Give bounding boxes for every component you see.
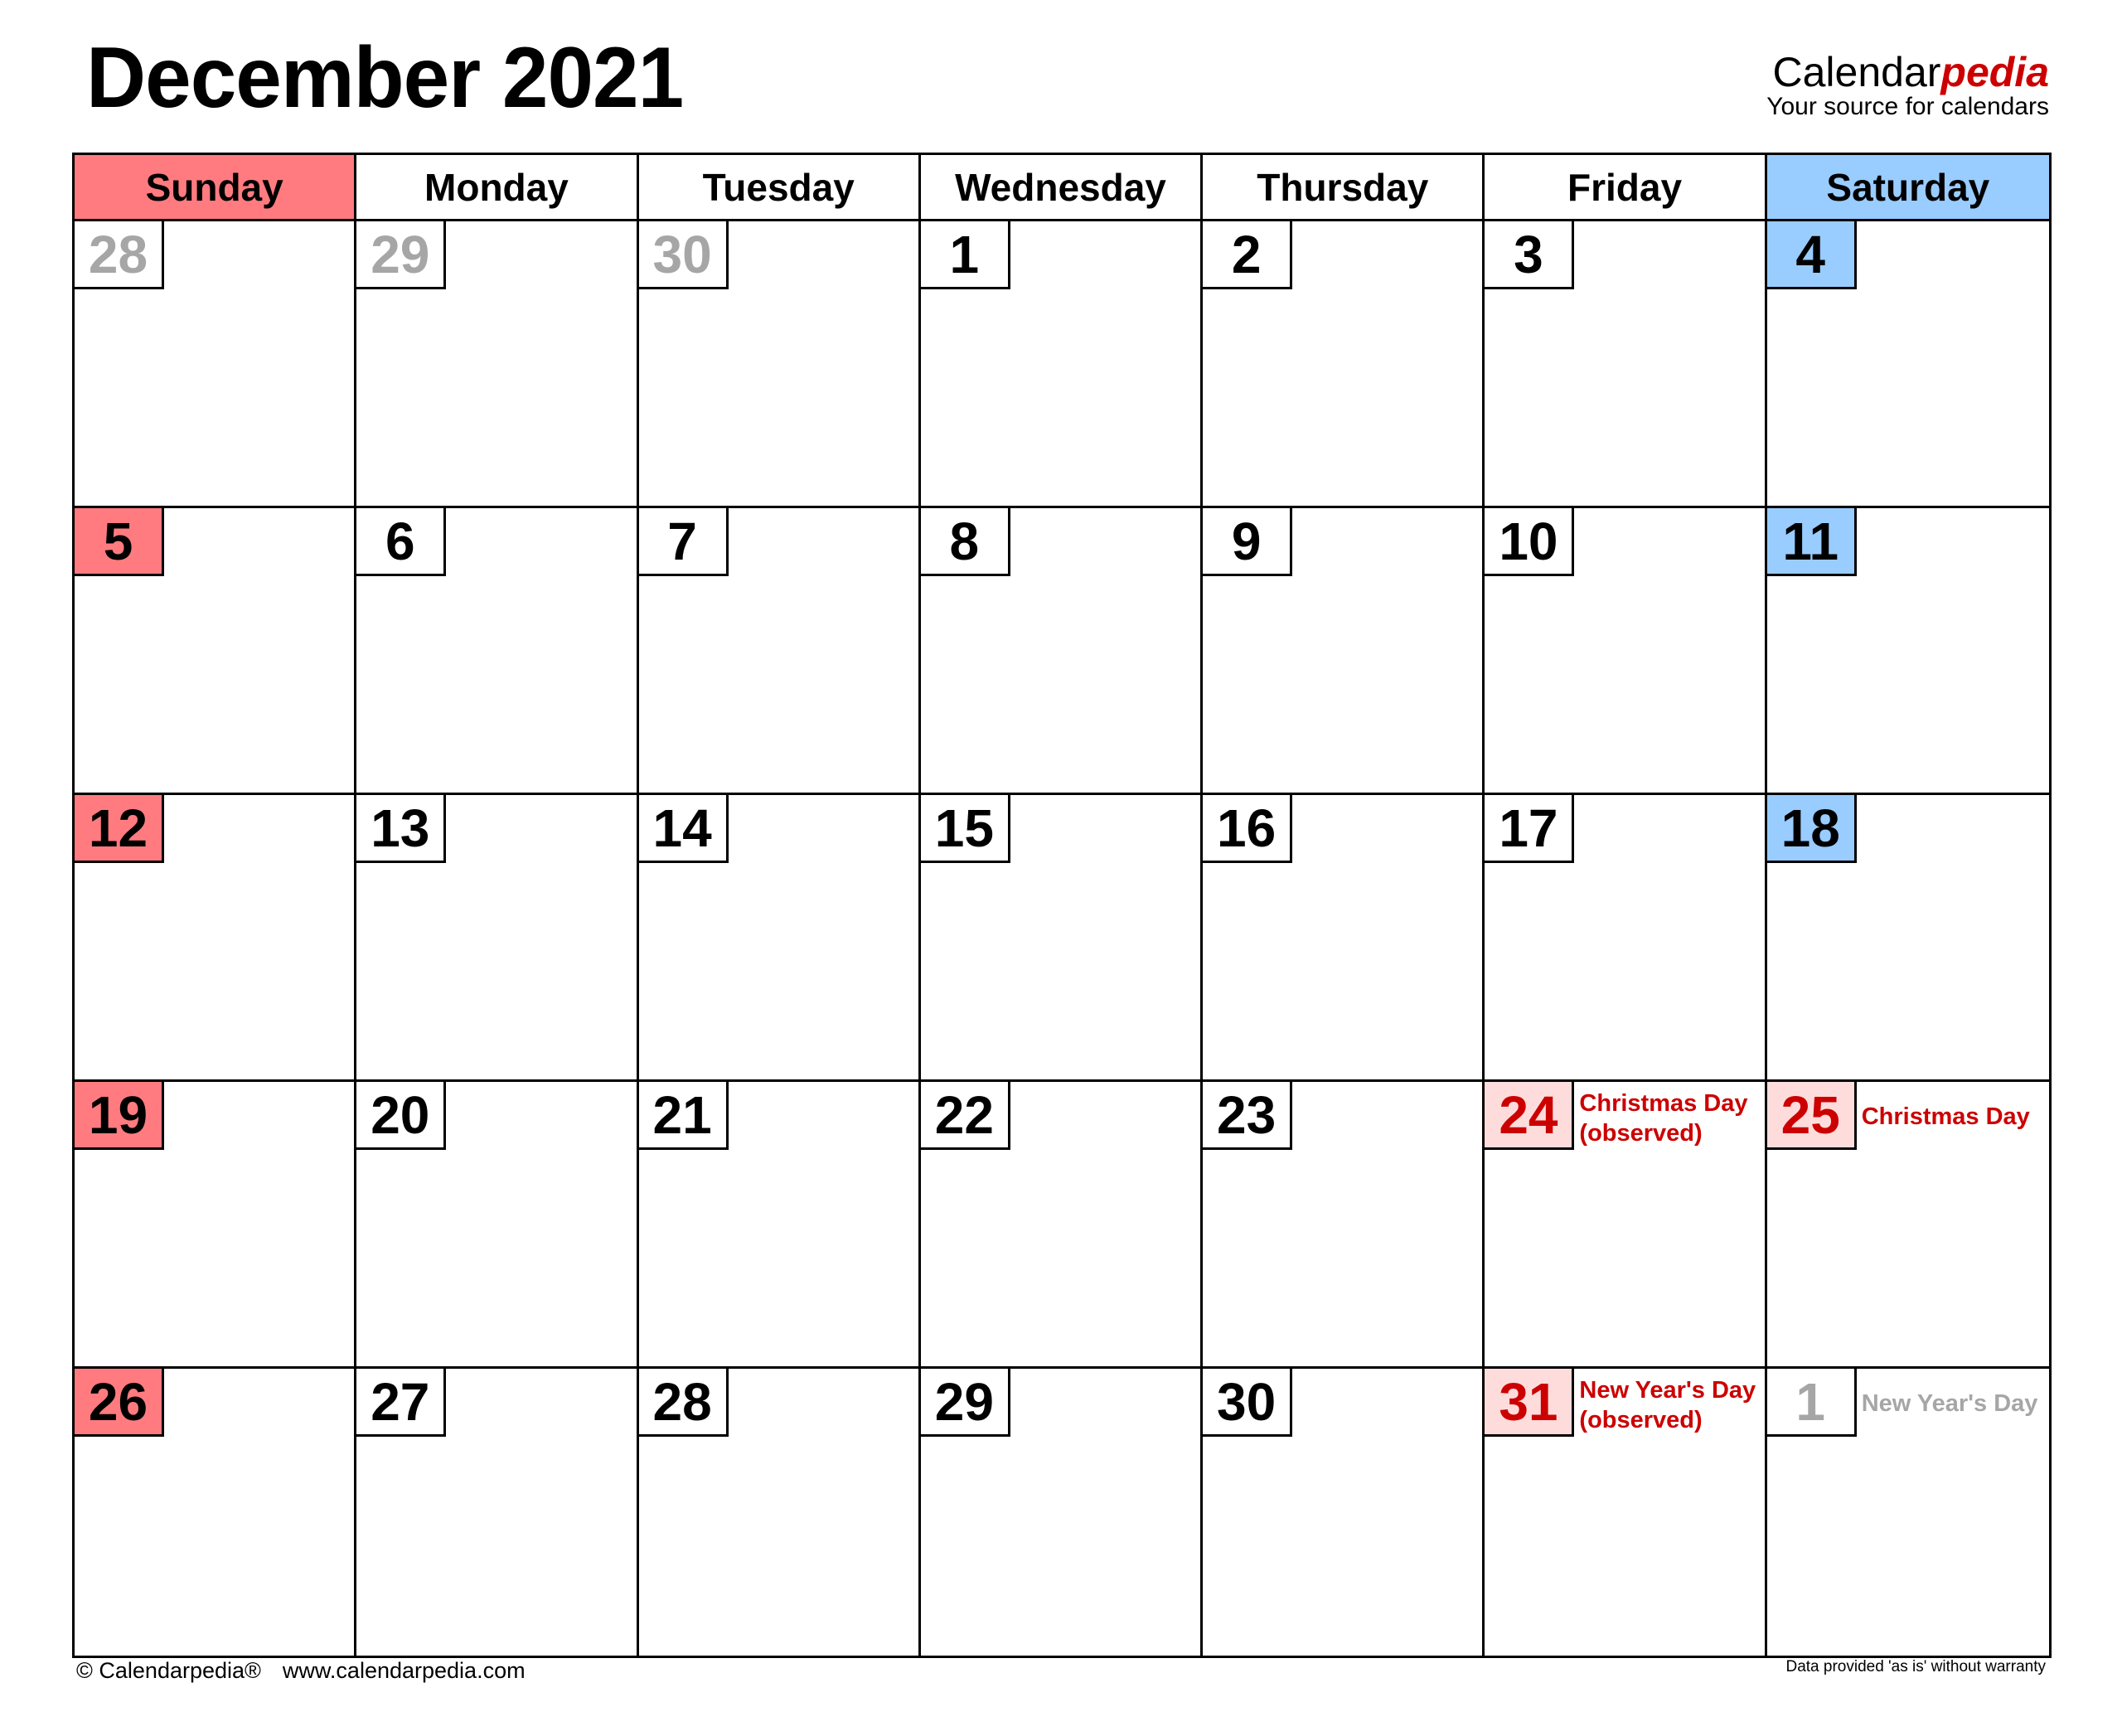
brand-logo[interactable]: Calendarpedia Your source for calendars xyxy=(1766,51,2049,119)
holiday-label-line: Christmas Day xyxy=(1579,1090,1748,1117)
day-number: 16 xyxy=(1203,795,1293,863)
day-cell[interactable]: 3 xyxy=(1485,221,1767,508)
day-number: 11 xyxy=(1766,508,1857,576)
weekday-header-friday: Friday xyxy=(1485,155,1767,221)
day-number: 19 xyxy=(75,1082,164,1150)
page-title: December 2021 xyxy=(86,30,684,126)
brand-tagline: Your source for calendars xyxy=(1766,93,2049,120)
holiday-label-line: (observed) xyxy=(1579,1407,1703,1433)
day-cell[interactable]: 28 xyxy=(75,221,357,508)
day-number: 29 xyxy=(920,1369,1010,1437)
website-link[interactable]: www.calendarpedia.com xyxy=(283,1658,526,1683)
day-number: 15 xyxy=(920,795,1010,863)
holiday-label-line: New Year's Day xyxy=(1861,1390,2038,1417)
weekday-header-thursday: Thursday xyxy=(1203,155,1485,221)
day-cell[interactable]: 11 xyxy=(1766,508,2049,795)
day-number: 18 xyxy=(1766,795,1857,863)
day-number: 9 xyxy=(1203,508,1293,576)
day-cell[interactable]: 27 xyxy=(356,1369,639,1656)
day-number: 30 xyxy=(1203,1369,1293,1437)
day-number: 1 xyxy=(920,221,1010,289)
day-cell[interactable]: 14 xyxy=(638,795,921,1082)
holiday-label: Christmas Day xyxy=(1862,1102,2030,1132)
day-number: 17 xyxy=(1485,795,1575,863)
day-cell[interactable]: 25 Christmas Day xyxy=(1766,1082,2049,1369)
day-number: 23 xyxy=(1203,1082,1293,1150)
brand-name-accent: pedia xyxy=(1940,49,2049,95)
day-cell[interactable]: 29 xyxy=(920,1369,1204,1656)
day-cell[interactable]: 2 xyxy=(1203,221,1485,508)
day-number: 3 xyxy=(1485,221,1575,289)
day-number: 5 xyxy=(75,508,164,576)
day-cell[interactable]: 10 xyxy=(1485,508,1767,795)
day-number: 8 xyxy=(920,508,1010,576)
day-number: 12 xyxy=(75,795,164,863)
day-cell[interactable]: 18 xyxy=(1766,795,2049,1082)
footer-left: © Calendarpedia® www.calendarpedia.com xyxy=(76,1658,526,1684)
day-number: 2 xyxy=(1203,221,1293,289)
day-cell[interactable]: 29 xyxy=(356,221,639,508)
day-cell[interactable]: 22 xyxy=(920,1082,1204,1369)
weekday-header-tuesday: Tuesday xyxy=(638,155,921,221)
weekday-header-sunday: Sunday xyxy=(75,155,357,221)
day-cell[interactable]: 20 xyxy=(356,1082,639,1369)
day-cell[interactable]: 17 xyxy=(1485,795,1767,1082)
day-cell[interactable]: 15 xyxy=(920,795,1204,1082)
day-cell[interactable]: 19 xyxy=(75,1082,357,1369)
day-cell[interactable]: 1 xyxy=(920,221,1204,508)
holiday-label: New Year's Day xyxy=(1862,1389,2038,1418)
day-number: 28 xyxy=(638,1369,729,1437)
day-number: 4 xyxy=(1766,221,1857,289)
brand-name: Calendarpedia xyxy=(1766,49,2050,95)
day-number: 13 xyxy=(356,795,447,863)
day-cell[interactable]: 30 xyxy=(1203,1369,1485,1656)
day-number: 10 xyxy=(1485,508,1575,576)
day-number: 7 xyxy=(638,508,729,576)
day-cell[interactable]: 24 Christmas Day (observed) xyxy=(1485,1082,1767,1369)
disclaimer-text: Data provided 'as is' without warranty xyxy=(1785,1658,2046,1675)
day-number: 28 xyxy=(75,221,164,289)
day-cell[interactable]: 28 xyxy=(638,1369,921,1656)
day-cell[interactable]: 8 xyxy=(920,508,1204,795)
day-cell[interactable]: 6 xyxy=(356,508,639,795)
day-number: 20 xyxy=(356,1082,447,1150)
day-number: 30 xyxy=(638,221,729,289)
holiday-label-line: Christmas Day xyxy=(1861,1103,2030,1130)
day-number: 24 xyxy=(1485,1082,1575,1150)
day-number: 27 xyxy=(356,1369,447,1437)
holiday-label-line: (observed) xyxy=(1579,1120,1703,1147)
day-cell[interactable]: 30 xyxy=(638,221,921,508)
day-number: 14 xyxy=(638,795,729,863)
holiday-label: New Year's Day (observed) xyxy=(1579,1375,1756,1435)
day-number: 6 xyxy=(356,508,447,576)
holiday-label-line: New Year's Day xyxy=(1579,1377,1756,1404)
day-cell[interactable]: 23 xyxy=(1203,1082,1485,1369)
day-cell[interactable]: 1 New Year's Day xyxy=(1766,1369,2049,1656)
weekday-header-monday: Monday xyxy=(356,155,639,221)
day-cell[interactable]: 12 xyxy=(75,795,357,1082)
day-number: 25 xyxy=(1766,1082,1857,1150)
holiday-label: Christmas Day (observed) xyxy=(1579,1089,1747,1148)
calendar-grid: Sunday Monday Tuesday Wednesday Thursday Frid… xyxy=(72,153,2052,1658)
day-cell[interactable]: 7 xyxy=(638,508,921,795)
day-number: 31 xyxy=(1485,1369,1575,1437)
copyright-text: © Calendarpedia® xyxy=(76,1658,261,1683)
day-cell[interactable]: 9 xyxy=(1203,508,1485,795)
day-number: 21 xyxy=(638,1082,729,1150)
day-cell[interactable]: 4 xyxy=(1766,221,2049,508)
day-cell[interactable]: 21 xyxy=(638,1082,921,1369)
weekday-header-wednesday: Wednesday xyxy=(920,155,1204,221)
day-number: 1 xyxy=(1766,1369,1857,1437)
day-cell[interactable]: 5 xyxy=(75,508,357,795)
day-number: 29 xyxy=(356,221,447,289)
day-cell[interactable]: 16 xyxy=(1203,795,1485,1082)
day-number: 26 xyxy=(75,1369,164,1437)
day-cell[interactable]: 31 New Year's Day (observed) xyxy=(1485,1369,1767,1656)
day-cell[interactable]: 13 xyxy=(356,795,639,1082)
brand-name-main: Calendar xyxy=(1772,49,1941,95)
day-cell[interactable]: 26 xyxy=(75,1369,357,1656)
weekday-header-saturday: Saturday xyxy=(1766,155,2049,221)
day-number: 22 xyxy=(920,1082,1010,1150)
